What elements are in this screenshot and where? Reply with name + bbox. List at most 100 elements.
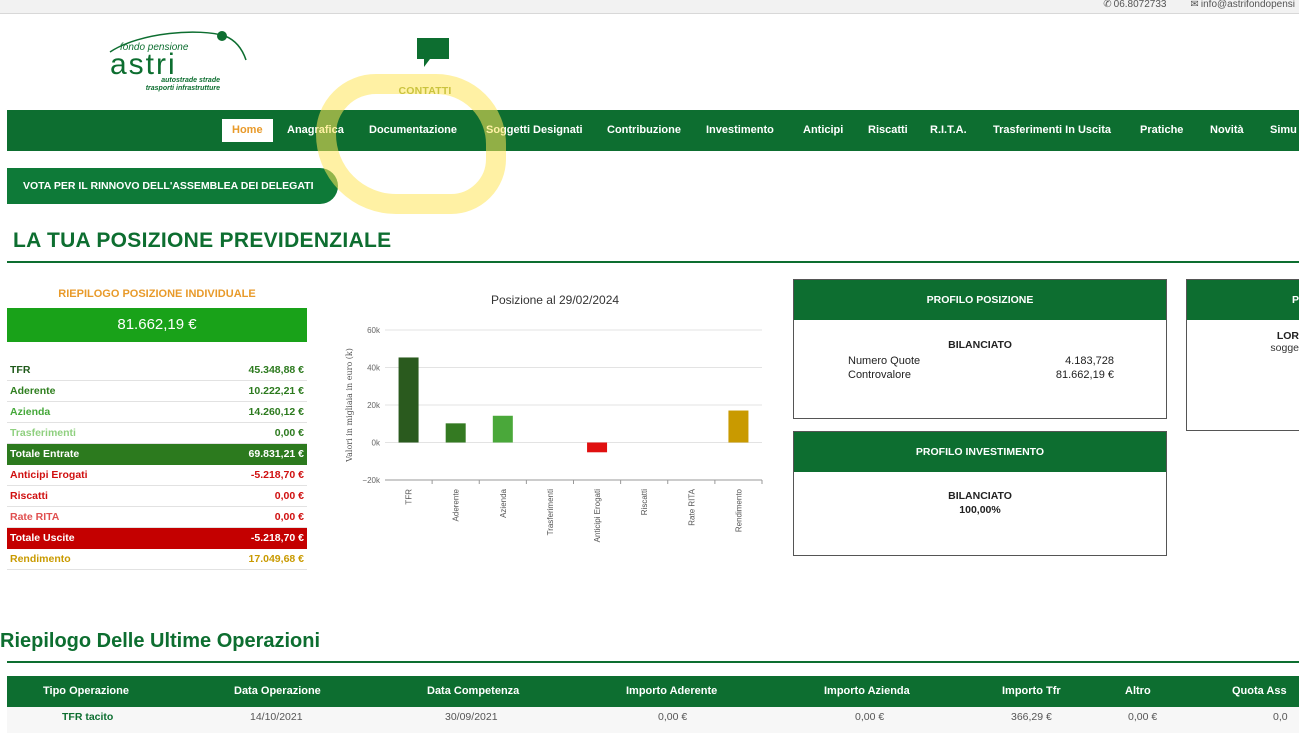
nav-home[interactable]: Home (222, 119, 273, 142)
chart-title: Posizione al 29/02/2024 (491, 293, 619, 307)
x-tick-label: Rate RITA (687, 488, 696, 525)
numero-quote-value: 4.183,728 (1065, 355, 1114, 367)
x-tick-label: Azienda (499, 488, 508, 517)
top-contacts: ✆ 06.8072733 ✉ info@astrifondopensi (1103, 0, 1295, 12)
astri-logo[interactable]: fondo pensione astri autostrade strade t… (100, 26, 250, 100)
side-card-title: P (1187, 280, 1299, 320)
controvalore-value: 81.662,19 € (1055, 369, 1114, 381)
controvalore-label: Controvalore (848, 369, 911, 381)
th-data-operazione[interactable]: Data Operazione (234, 676, 321, 707)
riepilogo-row: Aderente 10.222,21 € (7, 381, 307, 402)
riepilogo-row: TFR 45.348,88 € (7, 360, 307, 381)
profilo-investimento-name: BILANCIATO (948, 490, 1012, 502)
riepilogo-row-label: Totale Entrate (10, 448, 80, 460)
riepilogo-total: 81.662,19 € (7, 308, 307, 342)
th-importo-azienda[interactable]: Importo Azienda (824, 676, 910, 707)
nav-contribuzione[interactable]: Contribuzione (607, 119, 681, 142)
riepilogo-row-label: Rendimento (10, 553, 71, 565)
profilo-investimento-title: PROFILO INVESTIMENTO (794, 432, 1166, 472)
th-altro[interactable]: Altro (1125, 676, 1151, 707)
riepilogo-row: Totale Uscite -5.218,70 € (7, 528, 307, 549)
nav-soggetti-designati[interactable]: Soggetti Designati (486, 119, 583, 142)
riepilogo-row-value: 10.222,21 € (248, 385, 304, 397)
numero-quote-label: Numero Quote (848, 355, 921, 367)
nav-anagrafica[interactable]: Anagrafica (287, 119, 344, 142)
th-data-competenza[interactable]: Data Competenza (427, 676, 519, 707)
th-importo-tfr[interactable]: Importo Tfr (1002, 676, 1061, 707)
table-row: TFR tacito 14/10/2021 30/09/2021 0,00 € … (7, 707, 1299, 733)
riepilogo-row: Trasferimenti 0,00 € (7, 423, 307, 444)
phone-icon: ✆ (1103, 0, 1112, 10)
chart-bar-0 (398, 357, 419, 443)
nav-pratiche[interactable]: Pratiche (1140, 119, 1183, 142)
numero-quote-row: Numero Quote 4.183,728 (794, 354, 1166, 368)
th-importo-aderente[interactable]: Importo Aderente (626, 676, 717, 707)
riepilogo-row-value: 14.260,12 € (248, 406, 304, 418)
chart-bar-2 (492, 415, 513, 443)
contatti-link[interactable]: CONTATTI (392, 36, 458, 97)
riepilogo-row-value: -5.218,70 € (250, 532, 304, 544)
td-importo-aderente: 0,00 € (658, 711, 688, 723)
phone-link[interactable]: ✆ 06.8072733 (1103, 0, 1166, 12)
operazioni-title: Riepilogo Delle Ultime Operazioni (0, 630, 321, 652)
mail-icon: ✉ (1190, 0, 1199, 10)
nav-anticipi[interactable]: Anticipi (803, 119, 843, 142)
riepilogo-row: Riscatti 0,00 € (7, 486, 307, 507)
controvalore-row: Controvalore 81.662,19 € (794, 368, 1166, 382)
td-importo-tfr: 366,29 € (1011, 711, 1052, 723)
main-navbar: Home Anagrafica Documentazione Soggetti … (7, 110, 1299, 151)
nav-riscatti[interactable]: Riscatti (868, 119, 908, 142)
riepilogo-row: Totale Entrate 69.831,21 € (7, 444, 307, 465)
nav-trasferimenti-uscita[interactable]: Trasferimenti In Uscita (993, 119, 1111, 142)
y-tick-label: −20k (362, 476, 381, 485)
contatti-label: CONTATTI (398, 85, 452, 97)
riepilogo-row-label: Aderente (10, 385, 56, 397)
side-card-line1: LOR (1276, 330, 1299, 342)
td-altro: 0,00 € (1128, 711, 1158, 723)
riepilogo-row: Anticipi Erogati -5.218,70 € (7, 465, 307, 486)
riepilogo-row: Rendimento 17.049,68 € (7, 549, 307, 570)
x-tick-label: Aderente (452, 488, 461, 521)
x-tick-label: Anticipi Erogati (593, 489, 602, 543)
td-importo-azienda: 0,00 € (855, 711, 885, 723)
side-card-line2: sogge (1270, 342, 1299, 354)
vote-assembly-button[interactable]: VOTA PER IL RINNOVO DELL'ASSEMBLEA DEI D… (7, 168, 338, 204)
riepilogo-row-value: 17.049,68 € (248, 553, 304, 565)
profilo-investimento-pct: 100,00% (959, 504, 1001, 516)
email-link[interactable]: ✉ info@astrifondopensi (1191, 0, 1296, 12)
phone-text: 06.8072733 (1113, 0, 1167, 10)
riepilogo-row: Rate RITA 0,00 € (7, 507, 307, 528)
th-quota-ass[interactable]: Quota Ass (1232, 676, 1287, 707)
logo-sub1: autostrade strade (161, 77, 220, 84)
riepilogo-row-value: 69.831,21 € (248, 448, 304, 460)
y-axis-label: Valori in migliaia in euro (k) (345, 348, 354, 463)
y-tick-label: 0k (372, 439, 381, 448)
chart-bar-7 (728, 410, 749, 443)
riepilogo-row-label: Anticipi Erogati (10, 469, 88, 481)
riepilogo-row-value: -5.218,70 € (250, 469, 304, 481)
riepilogo-row-value: 0,00 € (274, 427, 304, 439)
td-quota-ass: 0,0 (1273, 711, 1288, 723)
position-chart: Posizione al 29/02/2024 60k 40k 20k 0k −20k Va… (340, 282, 770, 572)
nav-rita[interactable]: R.I.T.A. (930, 119, 967, 142)
riepilogo-row-value: 0,00 € (274, 490, 304, 502)
profilo-posizione-title: PROFILO POSIZIONE (794, 280, 1166, 320)
nav-simulazioni[interactable]: Simu (1270, 119, 1297, 142)
riepilogo-row-label: Totale Uscite (10, 532, 75, 544)
chat-icon (416, 38, 449, 67)
profilo-posizione-card: PROFILO POSIZIONE BILANCIATO Numero Quot… (793, 279, 1167, 419)
riepilogo-row-value: 45.348,88 € (248, 364, 304, 376)
riepilogo-rows: TFR 45.348,88 € Aderente 10.222,21 € Azienda… (7, 360, 307, 570)
page-title: LA TUA POSIZIONE PREVIDENZIALE (13, 229, 392, 252)
th-tipo-operazione[interactable]: Tipo Operazione (43, 676, 129, 707)
side-card: P LOR sogge (1186, 279, 1299, 431)
td-data-competenza: 30/09/2021 (445, 711, 498, 723)
nav-documentazione[interactable]: Documentazione (369, 119, 457, 142)
riepilogo-title: RIEPILOGO POSIZIONE INDIVIDUALE (58, 288, 256, 300)
nav-novita[interactable]: Novità (1210, 119, 1244, 142)
riepilogo-row-value: 0,00 € (274, 511, 304, 523)
logo-sub2: trasporti infrastrutture (146, 85, 220, 92)
chart-bar-4 (587, 442, 608, 453)
email-text: info@astrifondopensi (1200, 0, 1295, 10)
nav-investimento[interactable]: Investimento (706, 119, 774, 142)
